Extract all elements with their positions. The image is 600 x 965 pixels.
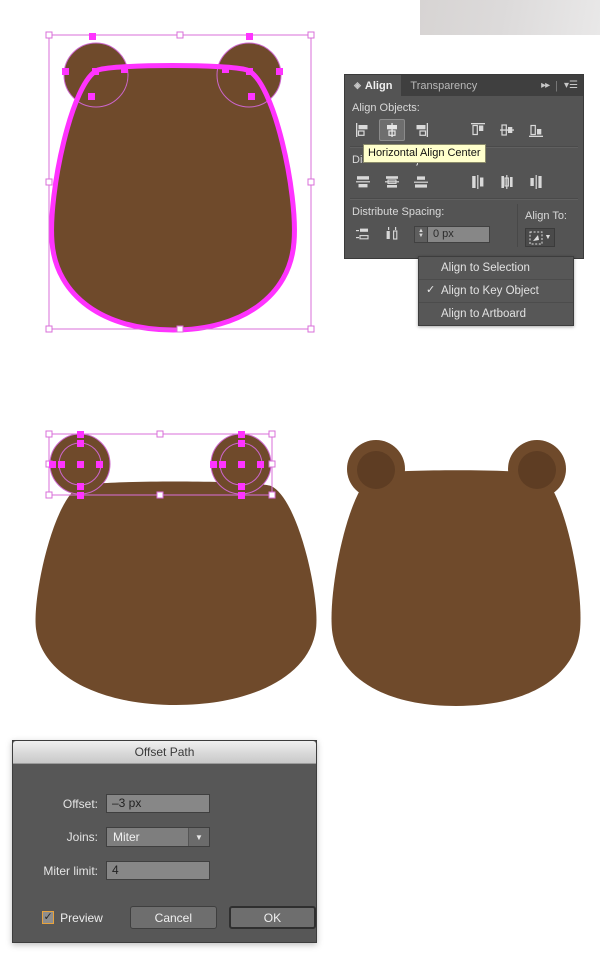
distribute-spacing-controls: ▲ ▼ 0 px <box>345 221 517 247</box>
panel-divider: | <box>555 79 559 92</box>
offset-input[interactable]: –3 px <box>106 794 210 813</box>
menu-item-align-to-selection[interactable]: Align to Selection <box>419 257 573 279</box>
panel-tabbar: ◈ Align Transparency ▸▸ | ▾☰ <box>345 75 583 96</box>
bear-head-body-2 <box>35 481 317 705</box>
spacing-numeric-field[interactable]: ▲ ▼ 0 px <box>414 225 490 243</box>
bear-head-body-3 <box>331 470 581 706</box>
menu-item-label: Align to Key Object <box>441 285 539 297</box>
vertical-distribute-center-button[interactable] <box>379 171 405 193</box>
gray-gradient-swatch <box>420 0 600 35</box>
horizontal-distribute-left-button[interactable] <box>465 171 491 193</box>
checkmark-icon: ✓ <box>426 284 436 296</box>
dialog-title: Offset Path <box>134 745 195 759</box>
spacing-input[interactable]: 0 px <box>427 225 490 243</box>
horizontal-distribute-space-button[interactable] <box>379 223 405 245</box>
ok-button[interactable]: OK <box>228 906 316 929</box>
joins-field-row: Joins: Miter ▼ <box>13 827 316 847</box>
vertical-distribute-top-button[interactable] <box>350 171 376 193</box>
cancel-button[interactable]: Cancel <box>129 906 217 929</box>
tooltip-horizontal-align-center: Horizontal Align Center <box>363 144 486 163</box>
panel-tabbar-controls: ▸▸ | ▾☰ <box>541 75 583 96</box>
panel-grip-icon: ◈ <box>354 80 361 90</box>
preview-checkbox[interactable]: ✓ <box>42 911 55 924</box>
horizontal-align-right-button[interactable] <box>408 119 434 141</box>
vertical-align-bottom-button[interactable] <box>523 119 549 141</box>
offset-path-dialog: Offset Path Offset: –3 px Joins: Miter ▼… <box>12 740 317 943</box>
tab-align[interactable]: ◈ Align <box>345 75 402 96</box>
bear-illustration-ears-selected <box>35 430 317 705</box>
distribute-spacing-label: Distribute Spacing: <box>352 206 445 218</box>
tab-transparency[interactable]: Transparency <box>401 75 486 96</box>
joins-select[interactable]: Miter ▼ <box>106 827 210 847</box>
menu-item-align-to-key-object[interactable]: ✓ Align to Key Object <box>419 280 573 302</box>
align-objects-label: Align Objects: <box>352 102 420 114</box>
miter-limit-input[interactable]: 4 <box>106 861 210 880</box>
menu-item-label: Align to Selection <box>441 262 530 274</box>
horizontal-align-center-button[interactable] <box>379 119 405 141</box>
panel-menu-icon[interactable]: ▾☰ <box>564 80 578 91</box>
miter-limit-field-row: Miter limit: 4 <box>13 861 316 880</box>
bear-head-body <box>51 65 295 330</box>
vertical-distribute-space-button[interactable] <box>350 223 376 245</box>
dialog-titlebar[interactable]: Offset Path <box>13 741 316 764</box>
bear-inner-ear-right <box>518 451 556 489</box>
align-to-dropdown-menu: Align to Selection ✓ Align to Key Object… <box>418 256 574 326</box>
horizontal-distribute-right-button[interactable] <box>523 171 549 193</box>
chevron-down-icon[interactable]: ▼ <box>188 828 209 846</box>
bear-illustration-final <box>331 440 581 706</box>
joins-select-value: Miter <box>113 830 140 844</box>
align-to-section: Align To: ▼ <box>517 204 583 247</box>
stepper-down-icon[interactable]: ▼ <box>418 233 424 239</box>
align-panel: ◈ Align Transparency ▸▸ | ▾☰ Align Objec… <box>344 74 584 259</box>
offset-field-label: Offset: <box>62 796 98 811</box>
preview-label: Preview <box>60 910 103 925</box>
spacing-stepper[interactable]: ▲ ▼ <box>414 225 427 243</box>
vertical-distribute-bottom-button[interactable] <box>408 171 434 193</box>
tab-transparency-label: Transparency <box>410 79 478 92</box>
menu-item-label: Align to Artboard <box>441 308 527 320</box>
align-to-dropdown-button[interactable]: ▼ <box>525 228 555 247</box>
checkmark-icon: ✓ <box>43 911 53 923</box>
horizontal-align-left-button[interactable] <box>350 119 376 141</box>
horizontal-distribute-center-button[interactable] <box>494 171 520 193</box>
joins-field-label: Joins: <box>66 830 98 844</box>
distribute-spacing-section: Distribute Spacing: ▲ ▼ 0 px Align To: ▼ <box>345 200 583 247</box>
vertical-align-center-button[interactable] <box>494 119 520 141</box>
bear-illustration-selected-path <box>45 31 315 333</box>
vertical-align-top-button[interactable] <box>465 119 491 141</box>
dialog-footer: ✓ Preview Cancel OK <box>13 906 316 929</box>
offset-field-row: Offset: –3 px <box>13 794 316 813</box>
distribute-objects-buttons <box>345 169 583 195</box>
align-to-label: Align To: <box>525 210 567 222</box>
align-objects-buttons <box>345 117 583 143</box>
double-arrow-right-icon[interactable]: ▸▸ <box>541 80 550 91</box>
miter-limit-label: Miter limit: <box>43 863 98 878</box>
menu-item-align-to-artboard[interactable]: Align to Artboard <box>419 303 573 325</box>
bear-inner-ear-left <box>357 451 395 489</box>
chevron-down-icon[interactable]: ▼ <box>545 234 552 241</box>
tab-align-label: Align <box>364 79 393 92</box>
